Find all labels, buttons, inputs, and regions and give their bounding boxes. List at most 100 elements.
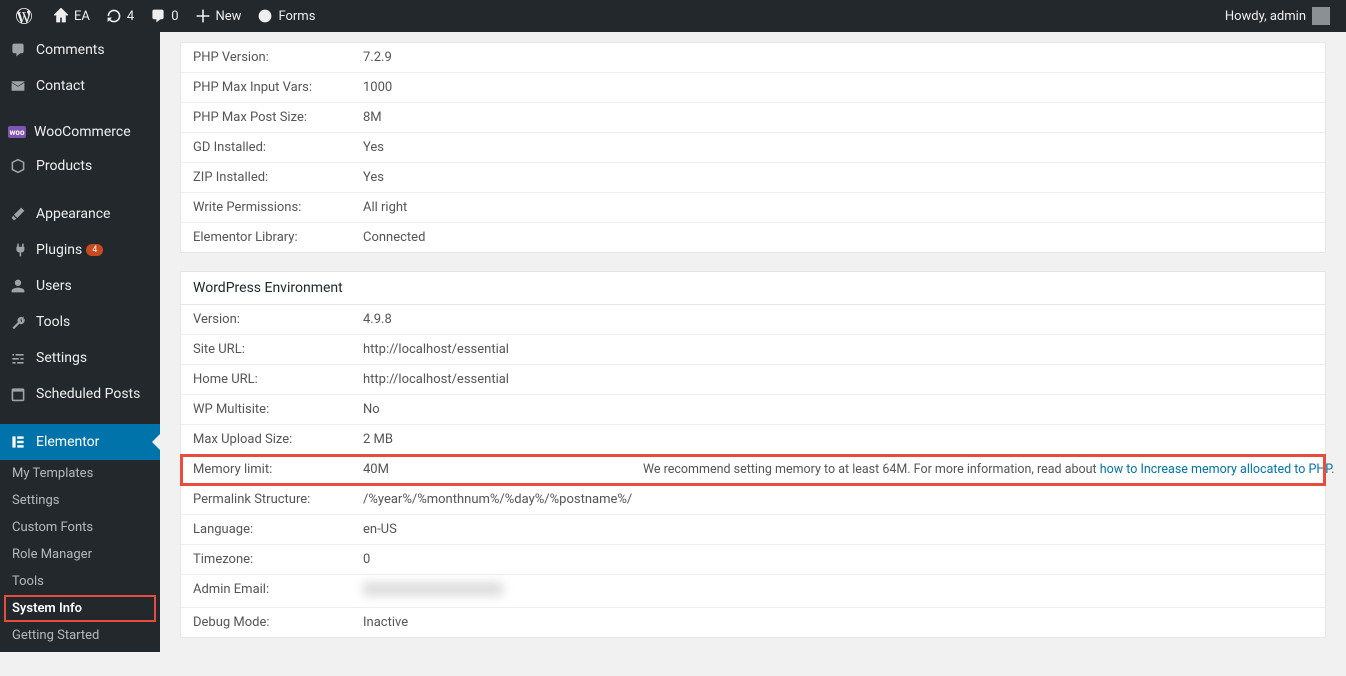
menu-label: WooCommerce (34, 124, 131, 140)
info-label: PHP Max Post Size: (193, 110, 363, 125)
menu-users[interactable]: Users (0, 268, 160, 304)
menu-settings[interactable]: Settings (0, 340, 160, 376)
info-value: 40M (363, 462, 643, 477)
info-label: Timezone: (193, 552, 363, 567)
info-value: /%year%/%monthnum%/%day%/%postname%/ (363, 492, 643, 507)
my-account-link[interactable]: Howdy, admin (1217, 0, 1338, 32)
new-content-link[interactable]: New (187, 0, 250, 32)
info-row: Memory limit:40MWe recommend setting mem… (181, 455, 1325, 485)
plug-icon (8, 240, 28, 260)
update-count: 4 (127, 9, 134, 24)
info-value (363, 582, 643, 600)
site-name-link[interactable]: EA (45, 0, 98, 32)
info-row: Write Permissions:All right (181, 193, 1325, 223)
submenu-role-manager[interactable]: Role Manager (0, 541, 160, 568)
calendar-icon (8, 384, 28, 404)
forms-icon (257, 8, 273, 24)
info-value: Yes (363, 140, 643, 155)
info-row: Timezone:0 (181, 545, 1325, 575)
info-value: No (363, 402, 643, 417)
menu-appearance[interactable]: Appearance (0, 196, 160, 232)
info-row: GD Installed:Yes (181, 133, 1325, 163)
site-name-label: EA (74, 9, 90, 24)
info-value: 0 (363, 552, 643, 567)
menu-label: Contact (36, 78, 85, 94)
wp-env-panel: WordPress EnvironmentVersion:4.9.8Site U… (180, 271, 1326, 638)
wp-logo[interactable] (8, 0, 45, 32)
info-note: We recommend setting memory to at least … (643, 462, 1334, 477)
menu-scheduled-posts[interactable]: Scheduled Posts (0, 376, 160, 412)
admin-sidebar: Comments Contact woo WooCommerce Product… (0, 32, 160, 652)
mail-icon (8, 76, 28, 96)
plus-icon (195, 8, 211, 24)
menu-comments[interactable]: Comments (0, 32, 160, 68)
comments-link[interactable]: 0 (142, 0, 186, 32)
info-label: ZIP Installed: (193, 170, 363, 185)
info-row: PHP Max Post Size:8M (181, 103, 1325, 133)
info-value: Connected (363, 230, 643, 245)
info-value: All right (363, 200, 643, 215)
menu-contact[interactable]: Contact (0, 68, 160, 104)
info-value: Yes (363, 170, 643, 185)
info-label: WP Multisite: (193, 402, 363, 417)
menu-woocommerce[interactable]: woo WooCommerce (0, 116, 160, 148)
refresh-icon (106, 8, 122, 24)
info-row: Site URL:http://localhost/essential (181, 335, 1325, 365)
server-env-panel: PHP Version:7.2.9PHP Max Input Vars:1000… (180, 42, 1326, 253)
info-label: PHP Version: (193, 50, 363, 65)
info-value: Inactive (363, 615, 643, 630)
comment-icon (8, 40, 28, 60)
submenu-custom-fonts[interactable]: Custom Fonts (0, 514, 160, 541)
panel-heading: WordPress Environment (181, 272, 1325, 305)
info-label: Debug Mode: (193, 615, 363, 630)
submenu-system-info[interactable]: System Info (4, 595, 156, 622)
forms-label: Forms (278, 9, 315, 24)
submenu-getting-started[interactable]: Getting Started (0, 622, 160, 649)
info-value: 4.9.8 (363, 312, 643, 327)
menu-products[interactable]: Products (0, 148, 160, 184)
menu-label: Appearance (36, 206, 110, 222)
menu-label: Plugins (36, 242, 82, 258)
info-row: ZIP Installed:Yes (181, 163, 1325, 193)
info-label: Site URL: (193, 342, 363, 357)
new-label: New (216, 9, 242, 24)
menu-label: Products (36, 158, 92, 174)
info-label: PHP Max Input Vars: (193, 80, 363, 95)
menu-elementor[interactable]: Elementor (0, 424, 160, 460)
info-label: Home URL: (193, 372, 363, 387)
info-label: Write Permissions: (193, 200, 363, 215)
info-row: Admin Email: (181, 575, 1325, 608)
submenu-settings[interactable]: Settings (0, 487, 160, 514)
info-label: Version: (193, 312, 363, 327)
info-label: Memory limit: (193, 462, 363, 477)
brush-icon (8, 204, 28, 224)
menu-label: Comments (36, 42, 105, 58)
updates-link[interactable]: 4 (98, 0, 142, 32)
comment-icon (150, 8, 166, 24)
menu-plugins[interactable]: Plugins 4 (0, 232, 160, 268)
menu-label: Settings (36, 350, 87, 366)
avatar (1312, 7, 1330, 25)
elementor-icon (8, 432, 28, 452)
info-row: Permalink Structure:/%year%/%monthnum%/%… (181, 485, 1325, 515)
submenu-my-templates[interactable]: My Templates (0, 460, 160, 487)
info-value: http://localhost/essential (363, 372, 643, 387)
menu-label: Scheduled Posts (36, 386, 140, 402)
info-value: en-US (363, 522, 643, 537)
sliders-icon (8, 348, 28, 368)
info-row: PHP Version:7.2.9 (181, 43, 1325, 73)
woocommerce-icon: woo (8, 126, 26, 138)
info-label: Elementor Library: (193, 230, 363, 245)
menu-tools[interactable]: Tools (0, 304, 160, 340)
info-row: Debug Mode:Inactive (181, 608, 1325, 637)
info-label: GD Installed: (193, 140, 363, 155)
submenu-tools[interactable]: Tools (0, 568, 160, 595)
info-value: 7.2.9 (363, 50, 643, 65)
info-row: Elementor Library:Connected (181, 223, 1325, 252)
info-value: 8M (363, 110, 643, 125)
info-row: Language:en-US (181, 515, 1325, 545)
forms-link[interactable]: Forms (249, 0, 323, 32)
admin-bar: EA 4 0 New Forms Howdy, admin (0, 0, 1346, 32)
memory-help-link[interactable]: how to Increase memory allocated to PHP (1100, 462, 1331, 477)
menu-label: Elementor (36, 434, 99, 450)
